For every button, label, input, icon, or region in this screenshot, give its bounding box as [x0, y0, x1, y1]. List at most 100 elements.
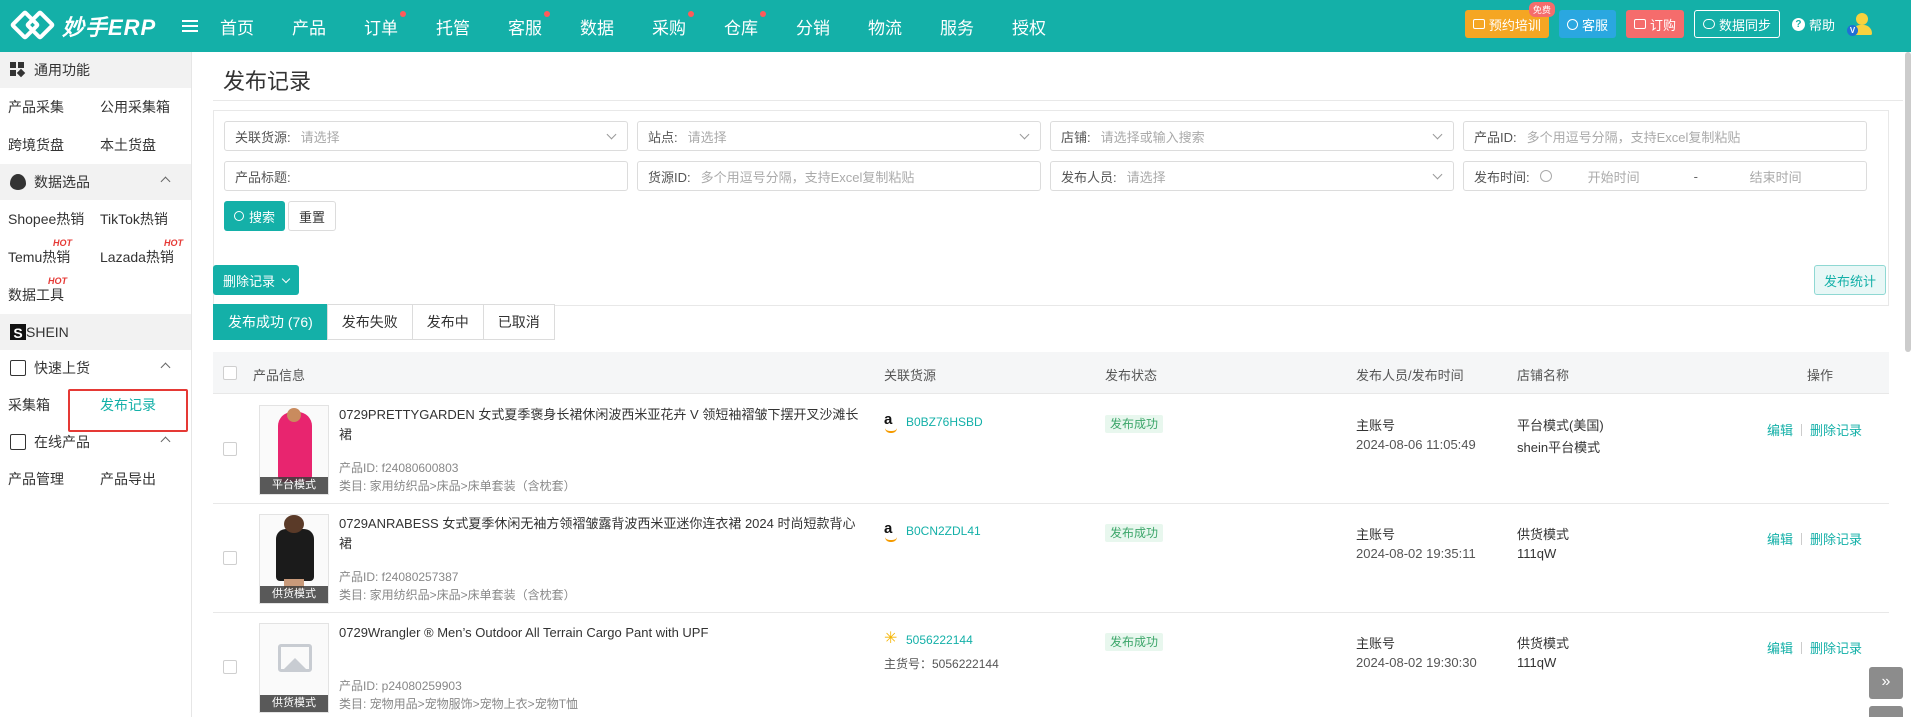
nav-item-hosting[interactable]: 托管	[436, 14, 470, 39]
source-id-link[interactable]: 5056222144	[906, 633, 973, 647]
sidebar-item-lazada-hot[interactable]: Lazada热销 HOT	[92, 238, 184, 267]
product-thumbnail[interactable]: 供货模式	[259, 623, 329, 713]
table-row: 供货模式 0729Wrangler ® Men’s Outdoor All Te…	[213, 613, 1889, 717]
sidebar-item-local-pool[interactable]: 本土货盘	[92, 135, 184, 155]
clock-icon	[1539, 170, 1552, 182]
nav-item-authorization[interactable]: 授权	[1012, 14, 1046, 39]
nav-item-purchase[interactable]: 采购	[652, 10, 694, 39]
search-icon	[234, 211, 244, 221]
select-all-checkbox[interactable]	[223, 366, 237, 380]
product-title: 0729ANRABESS 女式夏季休闲无袖方领褶皱露背波西米亚迷你连衣裙 202…	[339, 516, 856, 551]
product-thumbnail[interactable]: 供货模式	[259, 514, 329, 604]
sidebar-section-quick-upload[interactable]: 快速上货	[0, 350, 191, 386]
nav-item-logistics[interactable]: 物流	[868, 14, 902, 39]
row-checkbox[interactable]	[223, 551, 237, 565]
publish-stats-button[interactable]: 发布统计	[1814, 265, 1887, 295]
sidebar-item-public-collect-box[interactable]: 公用采集箱	[92, 97, 184, 117]
source-id-input[interactable]: 货源ID: 多个用逗号分隔，支持Excel复制粘贴	[637, 161, 1041, 191]
publisher-name: 主账号	[1356, 418, 1396, 433]
sidebar: 通用功能 产品采集 公用采集箱 跨境货盘 本土货盘 数据选品 Shopee热销 …	[0, 52, 192, 717]
row-checkbox[interactable]	[223, 442, 237, 456]
reset-button[interactable]: 重置	[288, 201, 337, 231]
nav-item-services[interactable]: 服务	[940, 14, 974, 39]
help-link[interactable]: ? 帮助	[1791, 15, 1835, 34]
nav-item-distribution[interactable]: 分销	[796, 14, 830, 39]
user-avatar-icon[interactable]: V	[1847, 11, 1875, 37]
sidebar-section-general[interactable]: 通用功能	[0, 52, 191, 88]
sidebar-item-product-management[interactable]: 产品管理	[0, 469, 92, 489]
edit-link[interactable]: 编辑	[1767, 532, 1793, 547]
nav-item-orders[interactable]: 订单	[364, 10, 406, 39]
chevron-down-icon	[1432, 169, 1443, 180]
logo-text: 妙手ERP	[62, 15, 157, 40]
publisher-select[interactable]: 发布人员: 请选择	[1050, 161, 1454, 191]
hot-badge: HOT	[164, 238, 183, 248]
row-checkbox[interactable]	[223, 660, 237, 674]
status-badge: 发布成功	[1105, 415, 1164, 433]
source-select[interactable]: 关联货源: 请选择	[224, 121, 628, 151]
nav-item-customer-service[interactable]: 客服	[508, 10, 550, 39]
nav-item-data[interactable]: 数据	[580, 14, 614, 39]
delete-record-link[interactable]: 删除记录	[1810, 423, 1862, 438]
tab-cancelled[interactable]: 已取消	[482, 304, 555, 340]
training-button[interactable]: 预约培训 免费	[1464, 2, 1555, 38]
tab-publish-success[interactable]: 发布成功 (76)	[213, 304, 328, 340]
nav-item-home[interactable]: 首页	[220, 14, 254, 39]
delete-record-link[interactable]: 删除记录	[1810, 532, 1862, 547]
delete-records-button[interactable]: 删除记录	[213, 265, 300, 295]
mode-badge: 供货模式	[260, 695, 328, 712]
free-badge: 免费	[1528, 2, 1555, 17]
top-right-actions: 预约培训 免费 客服 订购 数据同步 ? 帮助 V	[1464, 2, 1875, 38]
mode-badge: 平台模式	[260, 477, 328, 494]
tab-publish-failed[interactable]: 发布失败	[326, 304, 413, 340]
source-id-link[interactable]: B0BZ76HSBD	[906, 415, 983, 429]
menu-toggle-icon[interactable]	[182, 20, 198, 32]
chevron-down-icon	[1432, 129, 1443, 140]
data-sync-button[interactable]: 数据同步	[1693, 10, 1780, 38]
app-logo[interactable]: 妙手ERP	[9, 9, 172, 43]
floating-tool-button[interactable]	[1869, 706, 1903, 717]
product-category: 类目: 家用纺织品>床品>床单套装（含枕套）	[339, 588, 576, 602]
product-id-input[interactable]: 产品ID: 多个用逗号分隔，支持Excel复制粘贴	[1463, 121, 1867, 151]
expand-panel-icon[interactable]: »	[1869, 667, 1903, 699]
edit-link[interactable]: 编辑	[1767, 641, 1793, 656]
publish-time: 2024-08-02 19:30:30	[1356, 655, 1477, 670]
chat-icon	[1472, 19, 1485, 29]
sidebar-item-product-export[interactable]: 产品导出	[92, 469, 184, 489]
sidebar-section-shein[interactable]: S SHEIN	[0, 314, 191, 350]
sidebar-section-data-select[interactable]: 数据选品	[0, 164, 191, 200]
delete-record-link[interactable]: 删除记录	[1810, 641, 1862, 656]
nav-item-products[interactable]: 产品	[292, 14, 326, 39]
customer-service-button[interactable]: 客服	[1558, 10, 1616, 38]
sidebar-item-product-collect[interactable]: 产品采集	[0, 97, 92, 117]
walmart-icon: ✳	[884, 630, 898, 647]
site-select[interactable]: 站点: 请选择	[637, 121, 1041, 151]
document-icon	[10, 360, 26, 376]
cart-icon	[1633, 19, 1646, 29]
headset-icon	[1566, 18, 1578, 30]
shein-icon: S	[10, 324, 26, 341]
sidebar-item-temu-hot[interactable]: Temu热销 HOT	[0, 238, 92, 267]
sidebar-item-data-tools[interactable]: 数据工具 HOT	[0, 276, 92, 305]
tab-publishing[interactable]: 发布中	[411, 304, 484, 340]
sidebar-item-cross-border-pool[interactable]: 跨境货盘	[0, 135, 92, 155]
edit-link[interactable]: 编辑	[1767, 423, 1793, 438]
chevron-down-icon	[281, 274, 291, 283]
search-button[interactable]: 搜索	[224, 201, 286, 231]
logo-icon	[9, 9, 56, 43]
source-id-link[interactable]: B0CN2ZDL41	[906, 524, 981, 538]
sidebar-item-shopee-hot[interactable]: Shopee热销	[0, 209, 92, 229]
mode-badge: 供货模式	[260, 586, 328, 603]
shop-select[interactable]: 店铺: 请选择或输入搜索	[1050, 121, 1454, 151]
publish-time-range[interactable]: 发布时间: 开始时间 - 结束时间	[1463, 161, 1867, 191]
sidebar-item-tiktok-hot[interactable]: TikTok热销	[92, 209, 184, 229]
product-title-input[interactable]: 产品标题:	[224, 161, 628, 191]
table-row: 平台模式 0729PRETTYGARDEN 女式夏季褒身长裙休闲波西米亚花卉 V…	[213, 395, 1889, 504]
product-thumbnail[interactable]: 平台模式	[259, 405, 329, 495]
nav-item-warehouse[interactable]: 仓库	[724, 10, 766, 39]
order-button[interactable]: 订购	[1625, 10, 1684, 38]
fire-icon	[10, 174, 26, 190]
page-scrollbar[interactable]	[1905, 52, 1911, 352]
question-icon: ?	[1791, 17, 1805, 31]
shop-mode: 111qW	[1517, 655, 1557, 670]
